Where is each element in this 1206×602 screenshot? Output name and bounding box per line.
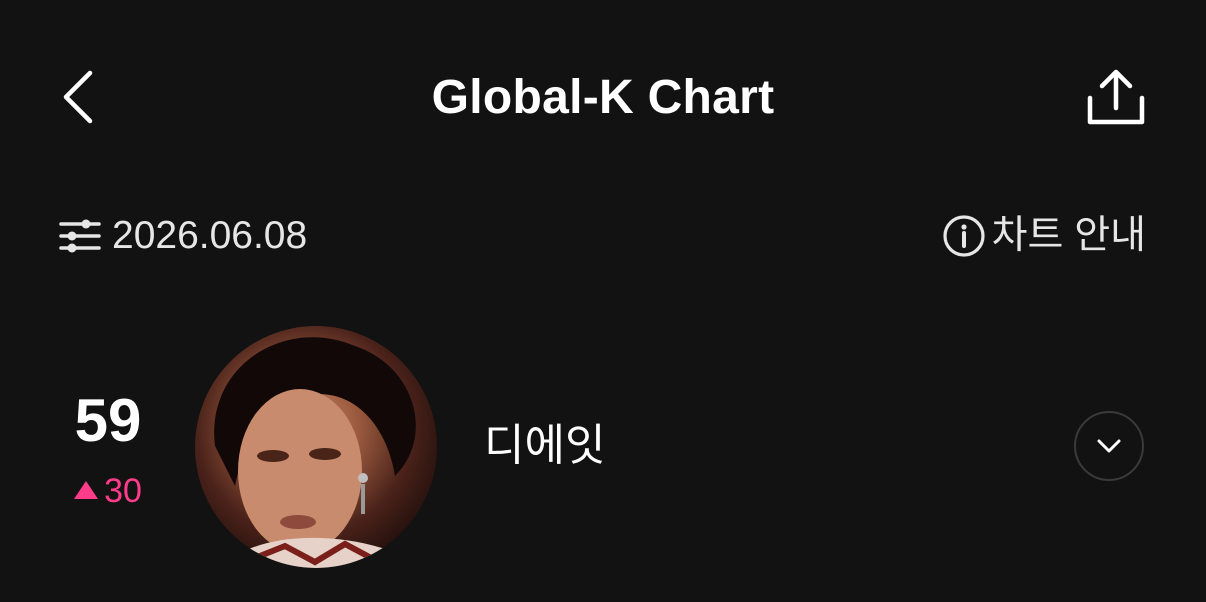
rank-change: 30 bbox=[58, 470, 158, 512]
share-upload-icon bbox=[1087, 69, 1145, 125]
expand-button[interactable] bbox=[1074, 411, 1144, 481]
artist-name[interactable]: 디에잇 bbox=[484, 418, 605, 474]
chart-date: 2026.06.08 bbox=[112, 214, 308, 257]
artist-photo bbox=[214, 337, 416, 568]
up-arrow-icon bbox=[74, 481, 99, 499]
rank-number: 59 bbox=[74, 387, 142, 454]
artist-avatar[interactable] bbox=[195, 326, 437, 568]
page-title: Global-K Chart bbox=[431, 71, 775, 124]
rank-change-value: 30 bbox=[104, 471, 142, 510]
share-button[interactable] bbox=[1082, 66, 1150, 128]
chevron-left-icon bbox=[63, 70, 93, 124]
chart-info-label: 차트 안내 bbox=[991, 214, 1146, 257]
chart-info-button[interactable]: 차트 안내 bbox=[942, 210, 1146, 262]
back-button[interactable] bbox=[52, 62, 104, 132]
sliders-icon bbox=[59, 219, 101, 253]
info-circle-icon bbox=[943, 215, 985, 257]
chevron-down-icon bbox=[1097, 439, 1121, 453]
date-filter-button[interactable]: 2026.06.08 bbox=[58, 210, 307, 262]
